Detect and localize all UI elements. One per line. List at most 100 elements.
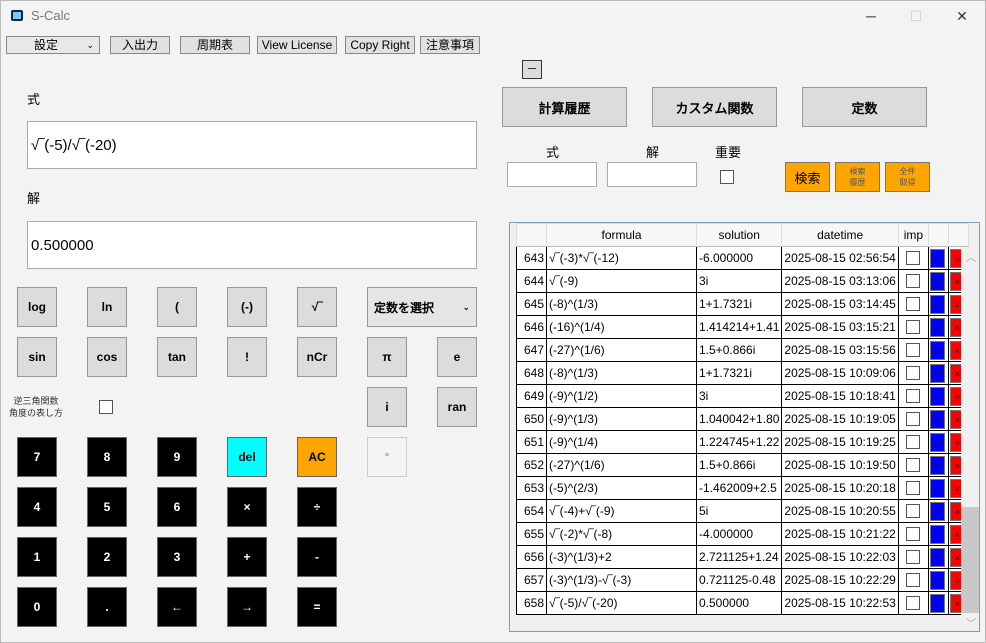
search-solution-input[interactable] (607, 162, 697, 187)
imp-checkbox[interactable] (906, 458, 921, 473)
column-header[interactable] (516, 223, 547, 247)
all-clear-button[interactable]: AC (297, 437, 337, 477)
key-button[interactable]: 7 (17, 437, 57, 477)
column-header[interactable]: datetime (781, 223, 899, 247)
tab-custom-functions[interactable]: カスタム関数 (652, 87, 777, 127)
key-button[interactable]: (-) (227, 287, 267, 327)
important-checkbox[interactable] (720, 170, 734, 184)
check-icon[interactable]: ✓ (929, 501, 945, 521)
imp-checkbox[interactable] (906, 343, 921, 358)
search-history-button[interactable]: 検索 履歴 (835, 162, 880, 192)
imp-checkbox[interactable] (906, 481, 921, 496)
check-icon[interactable]: ✓ (929, 340, 945, 360)
imp-checkbox[interactable] (906, 366, 921, 381)
copyright-button[interactable]: Copy Right (345, 36, 415, 54)
table-row[interactable]: 647 (-27)^(1/6) 1.5+0.866i 2025-08-15 03:15… (516, 338, 969, 362)
table-row[interactable]: 648 (-8)^(1/3) 1+1.7321i 2025-08-15 10:09:0… (516, 361, 969, 385)
key-button[interactable]: ← (157, 587, 197, 627)
delete-button[interactable]: del (227, 437, 267, 477)
key-button[interactable]: 3 (157, 537, 197, 577)
table-row[interactable]: 651 (-9)^(1/4) 1.224745+1.22 2025-08-15 10:… (516, 430, 969, 454)
view-license-button[interactable]: View License (257, 36, 337, 54)
key-button[interactable]: log (17, 287, 57, 327)
imp-checkbox[interactable] (906, 550, 921, 565)
formula-input[interactable]: √‾(-5)/√‾(-20) (27, 121, 477, 169)
key-button[interactable]: 5 (87, 487, 127, 527)
key-button[interactable]: - (297, 537, 337, 577)
table-row[interactable]: 652 (-27)^(1/6) 1.5+0.866i 2025-08-15 10:19… (516, 453, 969, 477)
imp-checkbox[interactable] (906, 412, 921, 427)
minimize-button[interactable]: ─ (856, 5, 886, 27)
table-row[interactable]: 649 (-9)^(1/2) 3i 2025-08-15 10:18:41 ✓ × (516, 384, 969, 408)
imp-checkbox[interactable] (906, 251, 921, 266)
key-button[interactable]: 6 (157, 487, 197, 527)
check-icon[interactable]: ✓ (929, 386, 945, 406)
column-header[interactable] (927, 223, 949, 247)
search-button[interactable]: 検索 (785, 162, 830, 192)
check-icon[interactable]: ✓ (929, 363, 945, 383)
notes-button[interactable]: 注意事項 (420, 36, 480, 54)
check-icon[interactable]: ✓ (929, 478, 945, 498)
close-button[interactable]: ✕ (947, 5, 977, 27)
constant-key-button[interactable]: i (367, 387, 407, 427)
check-icon[interactable]: ✓ (929, 455, 945, 475)
maximize-button[interactable]: ☐ (901, 5, 931, 27)
key-button[interactable]: = (297, 587, 337, 627)
scroll-down-icon[interactable]: ﹀ (966, 615, 976, 630)
check-icon[interactable]: ✓ (929, 409, 945, 429)
key-button[interactable]: 2 (87, 537, 127, 577)
check-icon[interactable]: ✓ (929, 593, 945, 613)
imp-checkbox[interactable] (906, 573, 921, 588)
check-icon[interactable]: ✓ (929, 524, 945, 544)
table-row[interactable]: 645 (-8)^(1/3) 1+1.7321i 2025-08-15 03:14:4… (516, 292, 969, 316)
key-button[interactable]: 0 (17, 587, 57, 627)
key-button[interactable]: sin (17, 337, 57, 377)
key-button[interactable]: → (227, 587, 267, 627)
table-row[interactable]: 650 (-9)^(1/3) 1.040042+1.80 2025-08-15 10:… (516, 407, 969, 431)
key-button[interactable]: + (227, 537, 267, 577)
table-row[interactable]: 646 (-16)^(1/4) 1.414214+1.41 2025-08-15 03… (516, 315, 969, 339)
constant-key-button[interactable]: ° (367, 437, 407, 477)
table-row[interactable]: 658 √‾(-5)/√‾(-20) 0.500000 2025-08-15 10:2… (516, 591, 969, 615)
check-icon[interactable]: ✓ (929, 294, 945, 314)
imp-checkbox[interactable] (906, 504, 921, 519)
scrollbar-thumb[interactable] (961, 507, 979, 613)
constant-key-button[interactable]: e (437, 337, 477, 377)
imp-checkbox[interactable] (906, 274, 921, 289)
table-row[interactable]: 656 (-3)^(1/3)+2 2.721125+1.24 2025-08-15 1… (516, 545, 969, 569)
check-icon[interactable]: ✓ (929, 317, 945, 337)
column-header[interactable] (947, 223, 969, 247)
tab-history[interactable]: 計算履歴 (502, 87, 627, 127)
tab-constants[interactable]: 定数 (802, 87, 927, 127)
imp-checkbox[interactable] (906, 320, 921, 335)
key-button[interactable]: nCr (297, 337, 337, 377)
column-header[interactable]: solution (695, 223, 783, 247)
imp-checkbox[interactable] (906, 596, 921, 611)
key-button[interactable]: ! (227, 337, 267, 377)
inverse-trig-checkbox[interactable] (99, 400, 113, 414)
io-button[interactable]: 入出力 (110, 36, 170, 54)
key-button[interactable]: . (87, 587, 127, 627)
key-button[interactable]: 4 (17, 487, 57, 527)
check-icon[interactable]: ✓ (929, 248, 945, 268)
constant-key-button[interactable]: π (367, 337, 407, 377)
key-button[interactable]: 9 (157, 437, 197, 477)
constant-select[interactable]: 定数を選択 ⌄ (367, 287, 477, 327)
key-button[interactable]: 1 (17, 537, 57, 577)
imp-checkbox[interactable] (906, 435, 921, 450)
column-header[interactable]: formula (546, 223, 697, 247)
check-icon[interactable]: ✓ (929, 547, 945, 567)
constant-key-button[interactable]: ran (437, 387, 477, 427)
search-formula-input[interactable] (507, 162, 597, 187)
get-all-button[interactable]: 全件 取得 (885, 162, 930, 192)
scrollbar[interactable]: ︿ ﹀ (961, 247, 979, 631)
check-icon[interactable]: ✓ (929, 570, 945, 590)
key-button[interactable]: ( (157, 287, 197, 327)
table-row[interactable]: 655 √‾(-2)*√‾(-8) -4.000000 2025-08-15 10:2… (516, 522, 969, 546)
check-icon[interactable]: ✓ (929, 271, 945, 291)
scroll-up-icon[interactable]: ︿ (966, 249, 976, 264)
key-button[interactable]: × (227, 487, 267, 527)
key-button[interactable]: cos (87, 337, 127, 377)
table-row[interactable]: 657 (-3)^(1/3)-√‾(-3) 0.721125-0.48 2025-08… (516, 568, 969, 592)
imp-checkbox[interactable] (906, 527, 921, 542)
